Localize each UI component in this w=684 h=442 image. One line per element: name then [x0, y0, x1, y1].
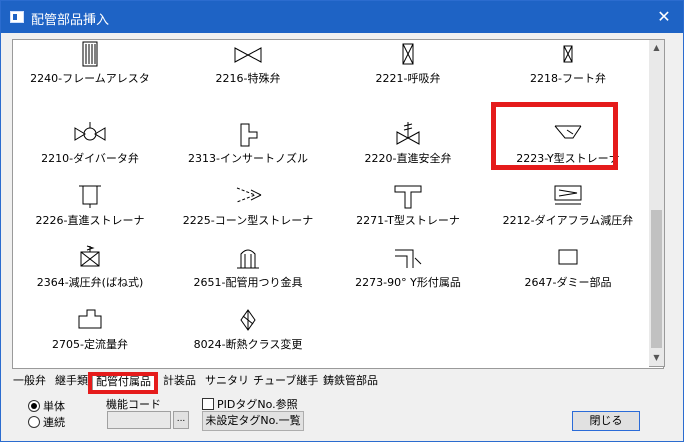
cone-strainer-icon: [236, 187, 262, 203]
part-item-2210[interactable]: 2210-ダイバータ弁: [15, 116, 165, 180]
radio-continuous[interactable]: 連続: [28, 414, 65, 430]
part-label: 2221-呼吸弁: [375, 72, 441, 85]
tab-sanitary[interactable]: サニタリ: [202, 372, 252, 390]
part-item-2216[interactable]: 2216-特殊弁: [173, 40, 323, 100]
pid-tag-label: PIDタグNo.参照: [217, 398, 298, 411]
part-label: 2223-Y型ストレーナ: [516, 152, 620, 165]
part-item-2212[interactable]: 2212-ダイアフラム減圧弁: [493, 178, 643, 242]
part-item-2651[interactable]: 2651-配管用つり金具: [173, 240, 323, 304]
part-item-2223[interactable]: 2223-Y型ストレーナ: [493, 116, 643, 180]
dummy-part-icon: [558, 249, 578, 265]
part-item-2226[interactable]: 2226-直進ストレーナ: [15, 178, 165, 242]
y-strainer-icon: [554, 125, 582, 139]
part-label: 2212-ダイアフラム減圧弁: [502, 214, 634, 227]
part-label: 2651-配管用つり金具: [193, 276, 303, 289]
part-label: 2225-コーン型ストレーナ: [182, 214, 314, 227]
part-item-2271[interactable]: 2271-T型ストレーナ: [333, 178, 483, 242]
part-label: 2313-インサートノズル: [188, 152, 308, 165]
title-bar: 配管部品挿入 ✕: [1, 1, 683, 33]
radio-single[interactable]: 単体: [28, 398, 65, 414]
pipe-hanger-icon: [237, 249, 259, 269]
diaphragm-valve-icon: [554, 185, 582, 205]
constant-flow-valve-icon: [78, 309, 102, 329]
close-icon[interactable]: ✕: [653, 6, 675, 28]
part-label: 2226-直進ストレーナ: [35, 214, 145, 227]
radio-continuous-label: 連続: [43, 416, 65, 429]
breather-valve-icon: [402, 43, 414, 65]
part-item-2225[interactable]: 2225-コーン型ストレーナ: [173, 178, 323, 242]
safety-valve-icon: [396, 122, 420, 145]
tab-fittings[interactable]: 継手類: [52, 372, 91, 390]
part-item-2240[interactable]: 2240-フレームアレスタ: [15, 40, 165, 100]
vertical-scrollbar[interactable]: ▲ ▼: [649, 39, 665, 367]
window-title: 配管部品挿入: [31, 13, 110, 28]
radio-dot: [28, 400, 40, 412]
part-item-2364[interactable]: 2364-減圧弁(ばね式): [15, 240, 165, 304]
function-code-label: 機能コード: [106, 398, 161, 411]
tab-tube-fittings[interactable]: チューブ継手: [250, 372, 321, 390]
part-label: 2271-T型ストレーナ: [356, 214, 460, 227]
diverter-valve-icon: [74, 122, 106, 141]
browse-button[interactable]: ...: [173, 411, 189, 429]
insulation-change-icon: [240, 309, 256, 331]
t-strainer-icon: [394, 185, 422, 209]
checkbox-box: [202, 398, 214, 410]
tab-piping-accessories[interactable]: 配管付属品: [92, 372, 155, 391]
function-code-input[interactable]: [107, 411, 171, 429]
radio-single-label: 単体: [43, 400, 65, 413]
part-label: 2705-定流量弁: [52, 338, 128, 351]
pid-tag-checkbox[interactable]: PIDタグNo.参照: [202, 396, 298, 412]
part-item-2705[interactable]: 2705-定流量弁: [15, 302, 165, 366]
tab-cast-iron-parts[interactable]: 鋳鉄管部品: [320, 372, 381, 390]
part-label: 8024-断熱クラス変更: [193, 338, 303, 351]
part-item-2221[interactable]: 2221-呼吸弁: [333, 40, 483, 100]
part-label: 2273-90° Y形付属品: [355, 276, 461, 289]
y-fitting-90-icon: [395, 249, 422, 268]
part-label: 2647-ダミー部品: [524, 276, 612, 289]
scroll-up-icon[interactable]: ▲: [649, 40, 664, 56]
scroll-thumb[interactable]: [651, 210, 662, 348]
tab-instruments[interactable]: 計装品: [160, 372, 199, 390]
part-item-2273[interactable]: 2273-90° Y形付属品: [333, 240, 483, 304]
part-label: 2218-フート弁: [530, 72, 606, 85]
part-label: 2216-特殊弁: [215, 72, 281, 85]
close-button[interactable]: 閉じる: [572, 411, 640, 431]
part-item-2647[interactable]: 2647-ダミー部品: [493, 240, 643, 304]
part-item-2220[interactable]: 2220-直進安全弁: [333, 116, 483, 180]
category-tabs: 一般弁 継手類 配管付属品 計装品 サニタリ チューブ継手 鋳鉄管部品: [8, 372, 668, 392]
insert-nozzle-icon: [240, 123, 258, 147]
part-item-8024[interactable]: 8024-断熱クラス変更: [173, 302, 323, 366]
foot-valve-icon: [563, 45, 573, 63]
radio-dot: [28, 416, 40, 428]
flame-arrester-icon: [82, 41, 98, 67]
app-icon: [10, 11, 24, 23]
part-label: 2240-フレームアレスタ: [30, 72, 150, 85]
part-item-2218[interactable]: 2218-フート弁: [493, 40, 643, 100]
straight-strainer-icon: [79, 185, 101, 208]
special-valve-icon: [234, 47, 262, 63]
scroll-down-icon[interactable]: ▼: [649, 350, 664, 366]
part-item-2313[interactable]: 2313-インサートノズル: [173, 116, 323, 180]
parts-list-panel: 2240-フレームアレスタ 2216-特殊弁 2221-呼吸弁 2218-フート…: [12, 39, 664, 369]
part-label: 2210-ダイバータ弁: [41, 152, 139, 165]
unset-tag-list-button[interactable]: 未設定タグNo.一覧: [202, 411, 304, 431]
part-label: 2220-直進安全弁: [364, 152, 452, 165]
spring-reducing-valve-icon: [80, 245, 100, 267]
part-label: 2364-減圧弁(ばね式): [36, 276, 144, 289]
tab-general-valve[interactable]: 一般弁: [10, 372, 49, 390]
